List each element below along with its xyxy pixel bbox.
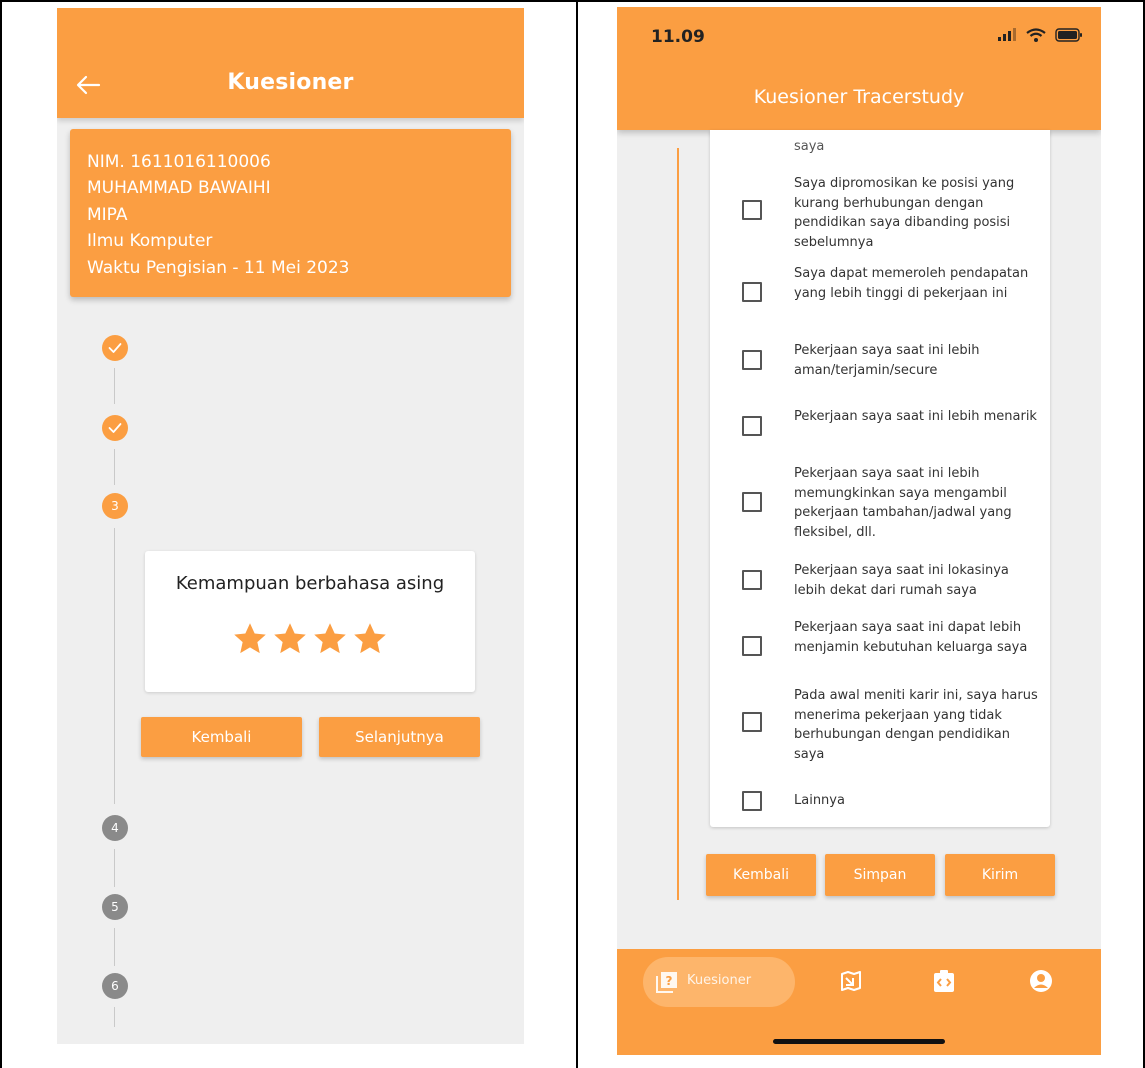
option-text-cut: saya bbox=[794, 139, 825, 154]
step-3-active[interactable]: 3 bbox=[102, 493, 128, 519]
step-connector bbox=[114, 928, 115, 966]
option-label: Pekerjaan saya saat ini lebih aman/terja… bbox=[794, 343, 980, 378]
app-bar: 11.09 Kuesioner Tracerstudy bbox=[617, 7, 1101, 130]
checkbox[interactable] bbox=[742, 570, 762, 590]
option-label: Pekerjaan saya saat ini lokasinya lebih … bbox=[794, 563, 1009, 598]
submit-button[interactable]: Kirim bbox=[945, 854, 1055, 896]
step-6[interactable]: 6 bbox=[102, 973, 128, 999]
signal-icon bbox=[997, 28, 1016, 41]
checkbox[interactable] bbox=[742, 416, 762, 436]
student-info-card: NIM. 1611016110006 MUHAMMAD BAWAIHI MIPA… bbox=[70, 129, 511, 297]
option-label: Pada awal meniti karir ini, saya harus m… bbox=[794, 688, 1038, 762]
step-connector bbox=[114, 528, 115, 804]
map-icon[interactable] bbox=[839, 969, 863, 993]
checkbox[interactable] bbox=[742, 636, 762, 656]
rating-card: Kemampuan berbahasa asing bbox=[145, 551, 475, 692]
rating-question: Kemampuan berbahasa asing bbox=[175, 573, 445, 594]
checkbox[interactable] bbox=[742, 350, 762, 370]
question-card: saya Saya dipromosikan ke posisi yang ku… bbox=[710, 130, 1050, 827]
option-label: Lainnya bbox=[794, 793, 845, 808]
fill-date: Waktu Pengisian - 11 Mei 2023 bbox=[87, 257, 350, 278]
app-bar: Kuesioner bbox=[57, 8, 524, 118]
step-connector bbox=[114, 449, 115, 485]
student-faculty: MIPA bbox=[87, 204, 128, 225]
option-label: Pekerjaan saya saat ini dapat lebih menj… bbox=[794, 620, 1028, 655]
status-icons bbox=[997, 27, 1083, 46]
svg-text:?: ? bbox=[666, 974, 673, 988]
star-icon[interactable] bbox=[232, 621, 268, 657]
checkbox[interactable] bbox=[742, 282, 762, 302]
step-2-done[interactable] bbox=[102, 415, 128, 441]
option-label: Saya dipromosikan ke posisi yang kurang … bbox=[794, 176, 1015, 250]
star-icon[interactable] bbox=[272, 621, 308, 657]
battery-icon bbox=[1055, 28, 1082, 42]
status-time: 11.09 bbox=[651, 27, 705, 47]
step-connector bbox=[114, 368, 115, 404]
student-nim: NIM. 1611016110006 bbox=[87, 152, 271, 172]
back-button[interactable]: Kembali bbox=[706, 854, 816, 896]
checkbox[interactable] bbox=[742, 200, 762, 220]
checkbox[interactable] bbox=[742, 791, 762, 811]
left-screen: Kuesioner NIM. 1611016110006 MUHAMMAD BA… bbox=[57, 8, 524, 1044]
star-icon[interactable] bbox=[312, 621, 348, 657]
frame-divider bbox=[576, 0, 578, 1068]
step-connector bbox=[114, 1007, 115, 1027]
save-button[interactable]: Simpan bbox=[825, 854, 935, 896]
nav-item-label: Kuesioner bbox=[687, 973, 752, 988]
step-1-done[interactable] bbox=[102, 335, 128, 361]
student-program: Ilmu Komputer bbox=[87, 231, 213, 252]
timeline-line bbox=[677, 148, 679, 900]
page-title: Kuesioner bbox=[227, 70, 354, 95]
checkbox[interactable] bbox=[742, 492, 762, 512]
nav-item-questionnaire[interactable]: ? Kuesioner bbox=[643, 957, 795, 1007]
step-connector bbox=[114, 849, 115, 887]
questionnaire-icon: ? bbox=[656, 972, 677, 993]
back-button[interactable]: Kembali bbox=[141, 717, 302, 757]
option-label: Saya dapat memeroleh pendapatan yang leb… bbox=[794, 266, 1029, 301]
bottom-nav: ? Kuesioner bbox=[617, 949, 1101, 1055]
step-5[interactable]: 5 bbox=[102, 894, 128, 920]
star-rating[interactable] bbox=[145, 621, 475, 661]
check-icon bbox=[108, 423, 122, 433]
home-indicator[interactable] bbox=[773, 1039, 945, 1044]
page-title: Kuesioner Tracerstudy bbox=[753, 86, 965, 108]
next-button[interactable]: Selanjutnya bbox=[319, 717, 480, 757]
checkbox[interactable] bbox=[742, 712, 762, 732]
badge-icon[interactable] bbox=[933, 969, 955, 993]
option-label: Pekerjaan saya saat ini lebih memungkink… bbox=[794, 466, 1012, 540]
option-label: Pekerjaan saya saat ini lebih menarik bbox=[794, 409, 1037, 424]
wifi-icon bbox=[1026, 28, 1046, 42]
student-name: MUHAMMAD BAWAIHI bbox=[87, 178, 271, 199]
check-icon bbox=[108, 343, 122, 353]
right-screen: 11.09 Kuesioner Tracerstudy saya Saya di… bbox=[617, 7, 1101, 1055]
star-icon[interactable] bbox=[352, 621, 388, 657]
profile-icon[interactable] bbox=[1029, 969, 1053, 993]
step-4[interactable]: 4 bbox=[102, 815, 128, 841]
